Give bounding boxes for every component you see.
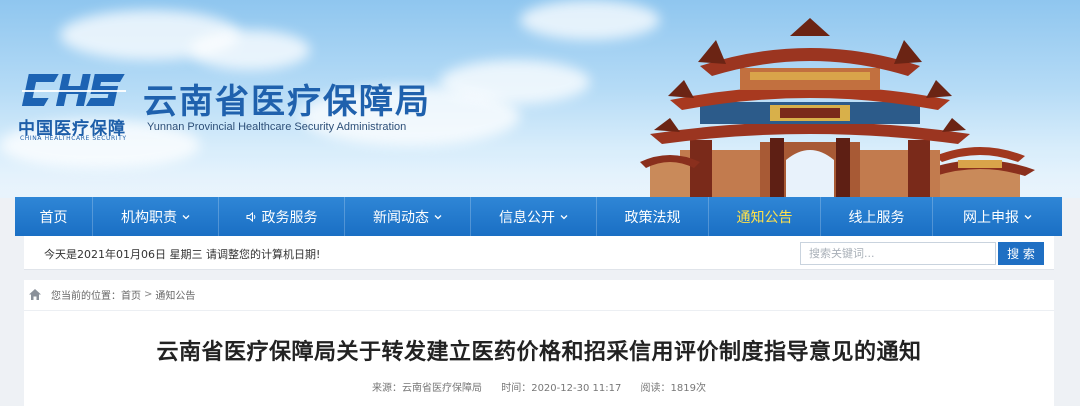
site-subtitle: Yunnan Provincial Healthcare Security Ad…: [147, 121, 407, 133]
speaker-icon: [246, 211, 255, 222]
nav-item-label: 机构职责: [121, 209, 177, 226]
header-banner: 中国医疗保障 CHINA HEALTHCARE SECURITY 云南省医疗保障…: [0, 0, 1080, 198]
nav-item-online-declaration[interactable]: 网上申报: [933, 197, 1062, 236]
article-source: 来源：云南省医疗保障局: [372, 383, 483, 394]
info-bar: 今天是2021年01月06日 星期三 请调整您的计算机日期! 搜 索: [24, 236, 1054, 270]
nav-item-label: 首页: [39, 209, 68, 226]
nav-item-label: 政务服务: [261, 209, 318, 226]
chevron-down-icon: [434, 214, 442, 219]
nav-item-announcements[interactable]: 通知公告: [709, 197, 821, 236]
nav-item-organization[interactable]: 机构职责: [93, 197, 219, 236]
chevron-down-icon: [560, 214, 568, 219]
article-time: 时间：2020-12-30 11:17: [501, 383, 622, 394]
nav-item-label: 通知公告: [736, 209, 793, 226]
nav-item-label: 信息公开: [499, 209, 555, 226]
breadcrumb-separator: >: [144, 289, 153, 300]
chevron-down-icon: [1024, 214, 1032, 219]
nav-item-home[interactable]: 首页: [15, 197, 93, 236]
breadcrumb-prefix: 您当前的位置：: [51, 291, 121, 302]
nav-item-label: 线上服务: [848, 209, 905, 226]
divider: [24, 310, 1054, 311]
breadcrumb: 您当前的位置： 首页 > 通知公告: [28, 287, 195, 302]
home-icon: [29, 289, 41, 300]
nav-item-news[interactable]: 新闻动态: [345, 197, 471, 236]
article-views: 阅读：1819次: [640, 383, 706, 394]
nav-item-information-disclosure[interactable]: 信息公开: [471, 197, 597, 236]
site-title: 云南省医疗保障局: [143, 82, 431, 122]
article-meta: 来源：云南省医疗保障局 时间：2020-12-30 11:17 阅读：1819次: [24, 379, 1054, 394]
article-title: 云南省医疗保障局关于转发建立医药价格和招采信用评价制度指导意见的通知: [156, 340, 922, 365]
chs-logo-mark-icon: [21, 74, 126, 106]
nav-item-policies[interactable]: 政策法规: [597, 197, 709, 236]
main-nav: 首页 机构职责 政务服务 新闻动态 信息公开 政策法规 通知公告 线上服务 网上…: [15, 197, 1062, 236]
logo-english-text: CHINA HEALTHCARE SECURITY: [20, 135, 127, 142]
breadcrumb-home-link[interactable]: 首页: [121, 287, 141, 302]
current-date-text: 今天是2021年01月06日 星期三 请调整您的计算机日期!: [44, 248, 321, 261]
search-input[interactable]: [800, 242, 996, 265]
nav-item-label: 政策法规: [624, 209, 681, 226]
nav-item-label: 新闻动态: [373, 209, 429, 226]
article-container: 您当前的位置： 首页 > 通知公告 云南省医疗保障局关于转发建立医药价格和招采信…: [24, 280, 1054, 406]
nav-item-online-services[interactable]: 线上服务: [821, 197, 933, 236]
chs-logo[interactable]: 中国医疗保障 CHINA HEALTHCARE SECURITY: [18, 68, 136, 142]
search-button[interactable]: 搜 索: [998, 242, 1044, 265]
chevron-down-icon: [182, 214, 190, 219]
archway-illustration-icon: [640, 18, 1035, 198]
nav-item-label: 网上申报: [963, 209, 1019, 226]
nav-item-government-services[interactable]: 政务服务: [219, 197, 345, 236]
breadcrumb-announcements-link[interactable]: 通知公告: [155, 287, 195, 302]
